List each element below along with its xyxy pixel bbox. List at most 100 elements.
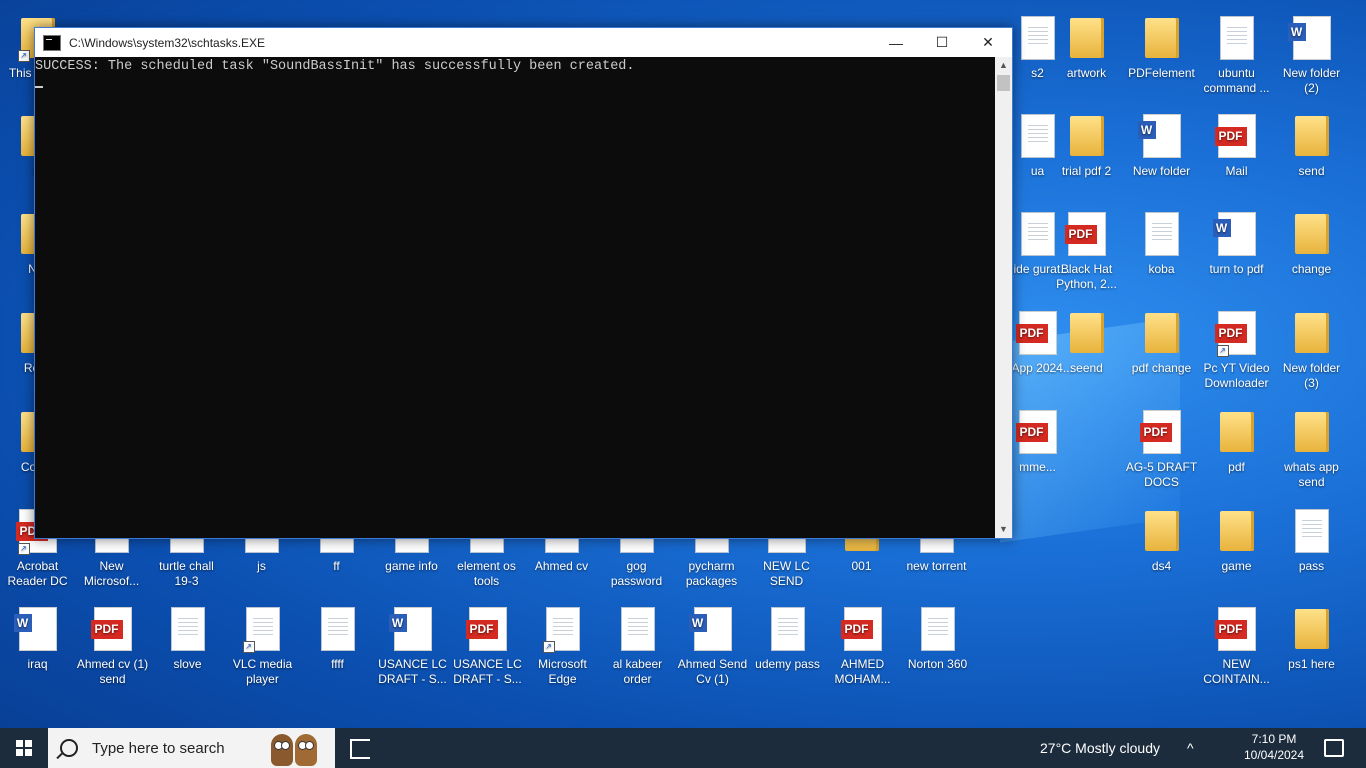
desktop-icon[interactable]: ps1 here (1274, 601, 1349, 697)
desktop-icon[interactable]: slove (150, 601, 225, 697)
desktop-icon-label: pdf (1228, 460, 1245, 474)
console-window[interactable]: C:\Windows\system32\schtasks.EXE — ☐ ✕ S… (34, 27, 1013, 539)
folder-icon (1215, 408, 1259, 456)
desktop-icon-label: AHMED MOHAM... (834, 657, 891, 686)
desktop-icon[interactable]: send (1274, 108, 1349, 204)
desktop-icon[interactable]: W New folder (2) (1274, 10, 1349, 106)
desktop-icon[interactable]: trial pdf 2 (1049, 108, 1124, 204)
desktop-icon[interactable]: PDF NEW COINTAIN... (1199, 601, 1274, 697)
desktop-icon[interactable]: W Ahmed Send Cv (1) (675, 601, 750, 697)
console-output[interactable]: SUCCESS: The scheduled task "SoundBassIn… (35, 57, 994, 538)
taskbar-search-box[interactable]: Type here to search (48, 728, 335, 768)
folder-icon (1065, 309, 1109, 357)
folder-icon (1140, 14, 1184, 62)
console-titlebar[interactable]: C:\Windows\system32\schtasks.EXE — ☐ ✕ (35, 28, 1012, 57)
desktop-icon-label: koba (1148, 262, 1175, 276)
search-placeholder: Type here to search (92, 739, 225, 757)
desktop-icon[interactable]: Wturn to pdf (1199, 206, 1274, 302)
word-icon: W (688, 605, 735, 653)
desktop-icon-label: trial pdf 2 (1061, 164, 1112, 178)
folder-icon (1290, 309, 1334, 357)
search-highlight-owls-icon (269, 730, 321, 766)
pdf-icon: PDF ↗ (1214, 309, 1259, 357)
desktop-icon-label: slove (173, 657, 202, 671)
desktop-icon-label: artwork (1066, 66, 1107, 80)
desktop-icon[interactable]: artwork (1049, 10, 1124, 106)
desktop-icon[interactable]: whats app send (1274, 404, 1349, 500)
desktop-icon[interactable]: change (1274, 206, 1349, 302)
desktop-icon-label: game (1221, 559, 1252, 573)
pdf-icon: PDF (1214, 605, 1259, 653)
desktop-icon[interactable]: al kabeer order (600, 601, 675, 697)
desktop-icon-label: ffff (331, 657, 344, 671)
desktop-icon-label: iraq (27, 657, 48, 671)
desktop-icon-label: Pc YT Video Downloader (1203, 361, 1270, 390)
desktop-icon-label: al kabeer order (612, 657, 663, 686)
desktop-icon[interactable]: PDF ↗ Pc YT Video Downloader (1199, 305, 1274, 401)
desktop-icon-label: turtle chall 19-3 (159, 559, 214, 588)
chevron-up-icon[interactable]: ^ (1187, 740, 1194, 756)
desktop-icon-label: ds4 (1151, 559, 1172, 573)
scroll-up-button[interactable]: ▲ (995, 57, 1012, 74)
desktop-icon[interactable]: PDF USANCE LC DRAFT - S... (450, 601, 525, 697)
desktop-icon-label: send (1298, 164, 1325, 178)
start-button[interactable] (0, 728, 48, 768)
desktop-icon[interactable]: ds4 (1124, 503, 1199, 599)
scroll-thumb[interactable] (997, 75, 1010, 91)
desktop-icon[interactable]: ubuntu command ... (1199, 10, 1274, 106)
weather-widget[interactable]: 27°C Mostly cloudy (1040, 728, 1160, 768)
console-scrollbar[interactable]: ▲ ▼ (995, 57, 1012, 538)
desktop-icon[interactable]: ffff (300, 601, 375, 697)
desktop-icon[interactable]: ↗ VLC media player (225, 601, 300, 697)
notification-icon[interactable] (1324, 739, 1344, 757)
desktop-icon-label: USANCE LC DRAFT - S... (453, 657, 522, 686)
desktop-icon-label: gog password (610, 559, 663, 588)
desktop-icon-label: ubuntu command ... (1203, 66, 1270, 95)
desktop-icon[interactable]: Norton 360 (900, 601, 975, 697)
desktop-icon[interactable]: pdf (1199, 404, 1274, 500)
desktop-icon-label: whats app send (1284, 460, 1339, 489)
folder-icon (1140, 507, 1184, 555)
desktop-icon[interactable]: PDF AHMED MOHAM... (825, 601, 900, 697)
desktop-icon[interactable]: PDF Black Hat Python, 2... (1049, 206, 1124, 302)
desktop-icon[interactable]: PDFelement (1124, 10, 1199, 106)
desktop-icon-label: NEW COINTAIN... (1203, 657, 1270, 686)
clock-time: 7:10 PM (1251, 732, 1297, 746)
desktop-icon[interactable]: udemy pass (750, 601, 825, 697)
desktop-icon[interactable]: Wiraq (0, 601, 75, 697)
desktop-icon-label: ff (333, 559, 340, 573)
desktop-icon-label: js (257, 559, 266, 573)
desktop-icon-label: USANCE LC DRAFT - S... (378, 657, 447, 686)
desktop-icon-label: New Microsof... (83, 559, 140, 588)
desktop-icon[interactable]: pdf change (1124, 305, 1199, 401)
word-icon: W (1137, 112, 1184, 160)
doc-icon (1215, 14, 1259, 62)
close-button[interactable]: ✕ (965, 28, 1011, 57)
desktop-icon[interactable]: ↗ Microsoft Edge (525, 601, 600, 697)
maximize-button[interactable]: ☐ (919, 28, 965, 57)
minimize-button[interactable]: — (873, 28, 919, 57)
scroll-down-button[interactable]: ▼ (995, 521, 1012, 538)
desktop-icon-label: Black Hat Python, 2... (1056, 262, 1117, 291)
desktop-icon[interactable]: koba (1124, 206, 1199, 302)
desktop-icon-label: VLC media player (232, 657, 293, 686)
desktop-icon[interactable]: W New folder (1124, 108, 1199, 204)
desktop-icon[interactable]: game (1199, 503, 1274, 599)
desktop-icon-label: pdf change (1131, 361, 1192, 375)
desktop-icon-label: seend (1070, 361, 1103, 375)
task-view-icon[interactable] (350, 739, 370, 759)
doc-icon (1290, 507, 1334, 555)
desktop-icon[interactable]: New folder (3) (1274, 305, 1349, 401)
desktop-icon[interactable]: W USANCE LC DRAFT - S... (375, 601, 450, 697)
desktop-icon[interactable]: pass (1274, 503, 1349, 599)
doc-icon (616, 605, 660, 653)
desktop-icon[interactable]: seend (1049, 305, 1124, 401)
desktop-icon-label: Acrobat Reader DC (7, 559, 68, 588)
desktop-icon[interactable]: PDF Ahmed cv (1) send (75, 601, 150, 697)
desktop-icon[interactable]: PDF Mail (1199, 108, 1274, 204)
desktop-icon-label: udemy pass (755, 657, 820, 671)
desktop-icon[interactable]: PDF AG-5 DRAFT DOCS (1124, 404, 1199, 500)
desktop-icon-label: NEW LC SEND (763, 559, 810, 588)
doc-icon (1140, 210, 1184, 258)
system-clock[interactable]: 7:10 PM 10/04/2024 (1240, 731, 1308, 763)
